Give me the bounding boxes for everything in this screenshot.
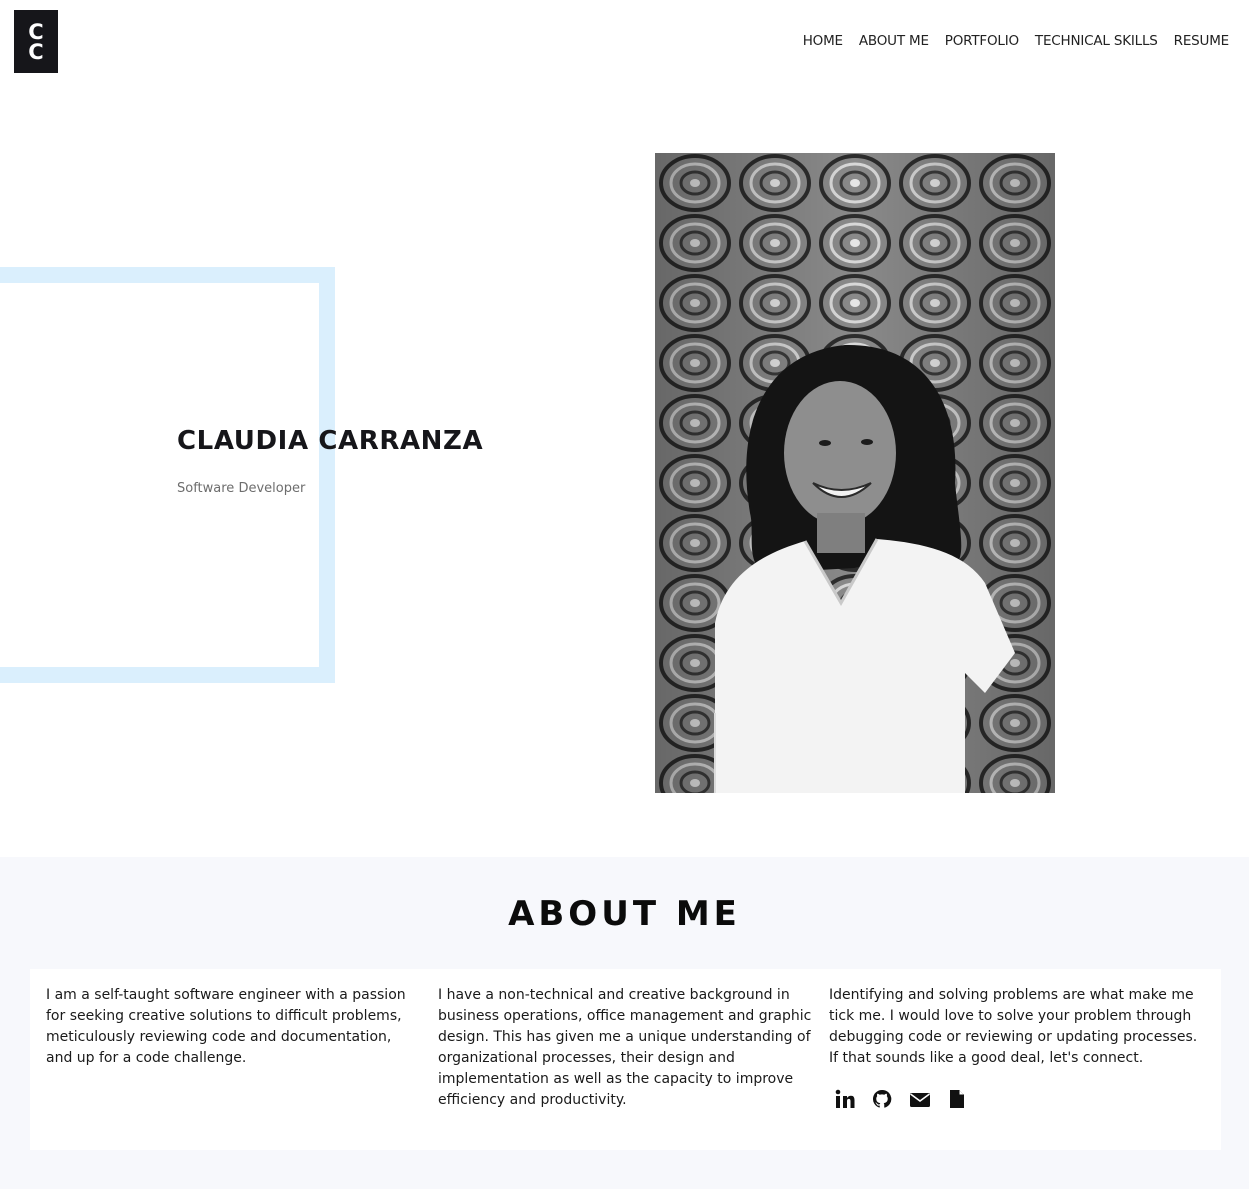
about-column-1: I am a self-taught software engineer wit… — [46, 985, 416, 1069]
social-links — [829, 1089, 1207, 1109]
nav-about-me[interactable]: ABOUT ME — [859, 33, 929, 49]
site-logo[interactable]: C C — [14, 10, 58, 73]
nav-portfolio[interactable]: PORTFOLIO — [945, 33, 1019, 49]
profile-photo — [655, 153, 1055, 793]
main-nav: HOME ABOUT ME PORTFOLIO TECHNICAL SKILLS… — [803, 33, 1229, 49]
about-column-2: I have a non-technical and creative back… — [438, 985, 813, 1111]
decorative-frame — [0, 267, 335, 683]
nav-technical-skills[interactable]: TECHNICAL SKILLS — [1035, 33, 1158, 49]
hero-name: CLAUDIA CARRANZA — [177, 426, 484, 456]
about-column-3: Identifying and solving problems are wha… — [829, 985, 1207, 1109]
about-paragraph-3: Identifying and solving problems are wha… — [829, 987, 1198, 1066]
nav-resume[interactable]: RESUME — [1174, 33, 1230, 49]
logo-letter-bottom: C — [28, 39, 44, 64]
logo-letter-top: C — [28, 19, 44, 44]
file-icon[interactable] — [948, 1089, 966, 1109]
about-paragraph-1: I am a self-taught software engineer wit… — [46, 987, 406, 1066]
hero-role: Software Developer — [177, 481, 306, 496]
github-icon[interactable] — [872, 1089, 892, 1109]
about-paragraph-2: I have a non-technical and creative back… — [438, 987, 812, 1108]
about-title: ABOUT ME — [508, 894, 741, 934]
envelope-icon[interactable] — [909, 1089, 931, 1109]
nav-home[interactable]: HOME — [803, 33, 843, 49]
linkedin-icon[interactable] — [835, 1089, 855, 1109]
